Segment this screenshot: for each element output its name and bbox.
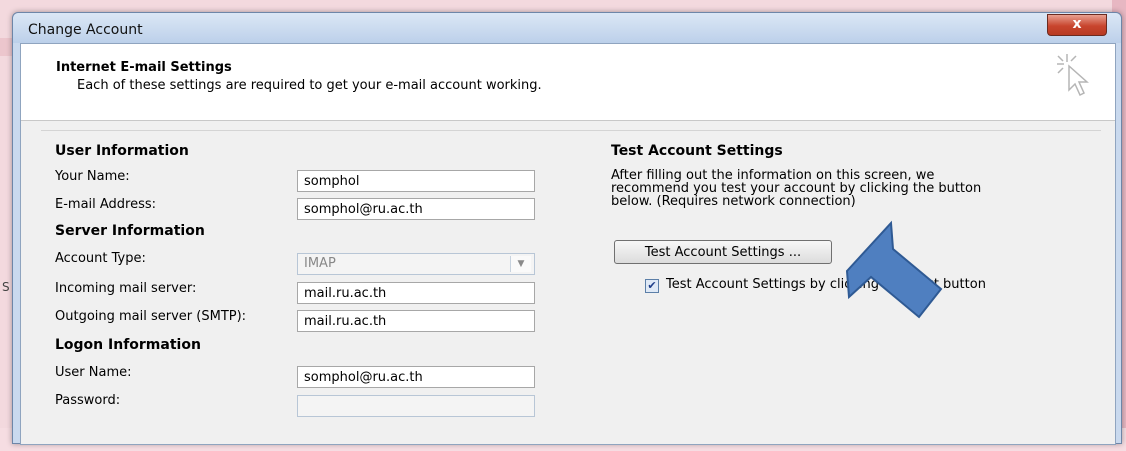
- outgoing-server-input[interactable]: mail.ru.ac.th: [297, 310, 535, 332]
- your-name-label: Your Name:: [55, 169, 130, 184]
- password-label: Password:: [55, 393, 121, 408]
- arrow-pointer-annotation: [845, 220, 943, 319]
- incoming-server-input[interactable]: mail.ru.ac.th: [297, 282, 535, 304]
- header-band: Internet E-mail Settings Each of these s…: [21, 44, 1115, 121]
- email-address-input[interactable]: somphol@ru.ac.th: [297, 198, 535, 220]
- incoming-server-label: Incoming mail server:: [55, 281, 197, 296]
- check-icon: ✔: [647, 279, 657, 292]
- header-title: Internet E-mail Settings: [56, 60, 232, 75]
- test-description-line-3: below. (Requires network connection): [611, 194, 856, 209]
- user-name-input[interactable]: somphol@ru.ac.th: [297, 366, 535, 388]
- close-icon: x: [1072, 16, 1082, 32]
- password-input[interactable]: [297, 395, 535, 417]
- cursor-sparkle-icon: [1057, 54, 1089, 97]
- window-title: Change Account: [28, 22, 143, 38]
- outgoing-server-label: Outgoing mail server (SMTP):: [55, 309, 247, 324]
- close-button[interactable]: x: [1047, 14, 1107, 36]
- change-account-dialog: Change Account x Internet E-mail Setting…: [12, 12, 1122, 445]
- chevron-down-icon: ▼: [510, 256, 531, 272]
- your-name-input[interactable]: somphol: [297, 170, 535, 192]
- account-type-value: IMAP: [304, 256, 336, 271]
- test-on-next-checkbox[interactable]: ✔: [645, 279, 659, 293]
- header-subtitle: Each of these settings are required to g…: [77, 78, 542, 93]
- email-address-label: E-mail Address:: [55, 197, 157, 212]
- dialog-client: Internet E-mail Settings Each of these s…: [20, 43, 1116, 445]
- account-type-label: Account Type:: [55, 251, 146, 266]
- settings-body: User Information Your Name: somphol E-ma…: [41, 130, 1101, 451]
- user-information-heading: User Information: [55, 143, 189, 159]
- account-type-select: IMAP ▼: [297, 253, 535, 275]
- logon-information-heading: Logon Information: [55, 337, 201, 353]
- user-name-label: User Name:: [55, 365, 132, 380]
- server-information-heading: Server Information: [55, 223, 205, 239]
- test-account-settings-heading: Test Account Settings: [611, 143, 783, 159]
- background-edge-text: S: [2, 280, 10, 294]
- test-account-settings-button[interactable]: Test Account Settings ...: [614, 240, 832, 264]
- title-bar: Change Account x: [13, 13, 1121, 43]
